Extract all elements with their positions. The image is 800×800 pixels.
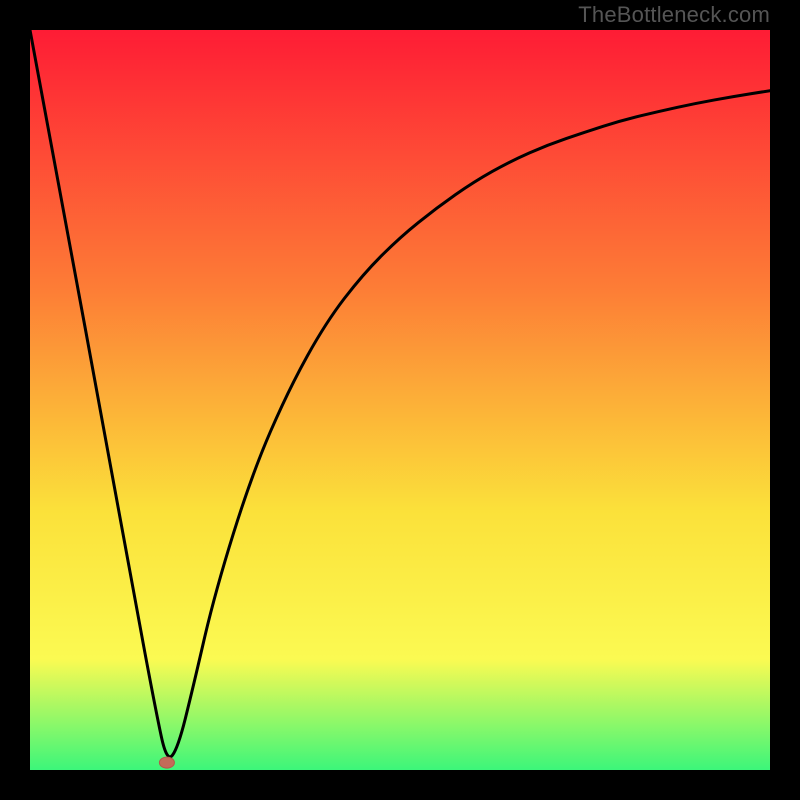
plot-area — [30, 30, 770, 770]
optimal-point-marker — [159, 757, 174, 768]
plot-svg — [30, 30, 770, 770]
chart-frame: TheBottleneck.com — [0, 0, 800, 800]
watermark-text: TheBottleneck.com — [578, 2, 770, 28]
gradient-background — [30, 30, 770, 770]
